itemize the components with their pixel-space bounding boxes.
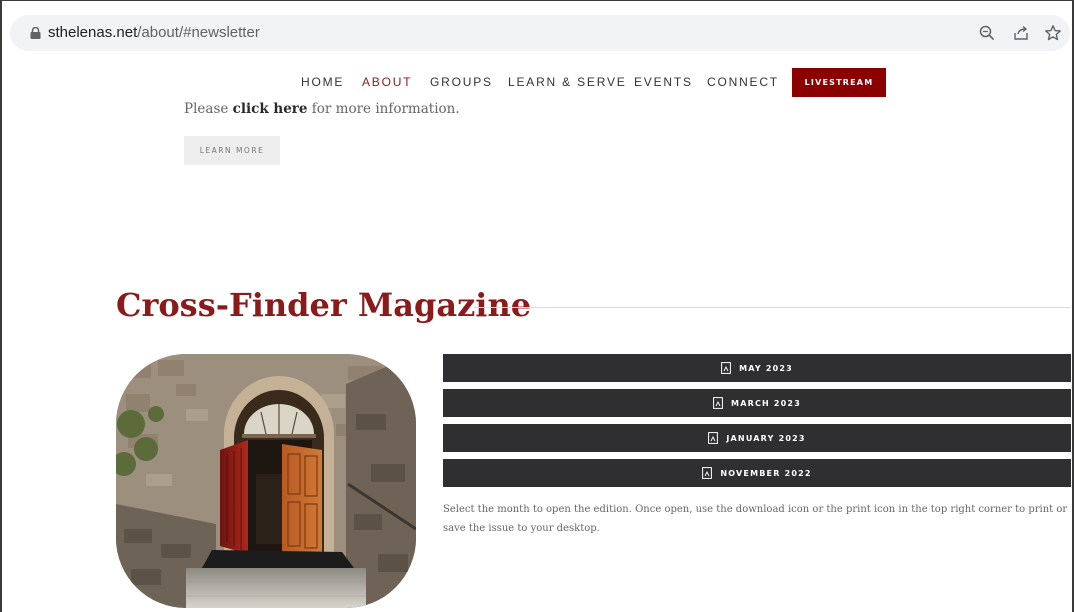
click-here-link[interactable]: click here (233, 101, 308, 117)
url-path: /about/#newsletter (137, 24, 260, 41)
edition-button-march-2023[interactable]: MARCH 2023 (443, 389, 1071, 417)
edition-label: MAY 2023 (739, 363, 793, 373)
edition-button-january-2023[interactable]: JANUARY 2023 (443, 424, 1071, 452)
info-prefix: Please (184, 101, 233, 117)
pdf-file-icon (708, 432, 719, 444)
browser-toolbar: sthelenas.net/about/#newsletter (2, 1, 1072, 51)
zoom-icon[interactable] (978, 24, 996, 42)
edition-label: NOVEMBER 2022 (720, 468, 812, 478)
nav-item-about[interactable]: ABOUT (362, 75, 412, 89)
title-divider (474, 307, 1071, 308)
nav-item-events[interactable]: EVENTS (634, 75, 693, 89)
pdf-file-icon (721, 362, 731, 374)
learn-more-button[interactable]: LEARN MORE (184, 136, 280, 165)
info-text: Please click here for more information. (184, 101, 460, 117)
share-icon[interactable] (1012, 24, 1030, 42)
magazine-title: Cross-Finder Magazine (116, 286, 532, 324)
url-host: sthelenas.net (48, 24, 138, 41)
edition-button-november-2022[interactable]: NOVEMBER 2022 (443, 459, 1071, 487)
nav-item-learn-serve[interactable]: LEARN & SERVE (508, 75, 627, 89)
edition-label: MARCH 2023 (731, 398, 801, 408)
url-text[interactable]: sthelenas.net/about/#newsletter (48, 24, 260, 41)
church-door-photo (116, 354, 416, 608)
main-nav: HOME ABOUT GROUPS LEARN & SERVE EVENTS C… (0, 66, 1074, 98)
bookmark-star-icon[interactable] (1044, 24, 1062, 42)
pdf-file-icon (702, 467, 713, 479)
nav-item-groups[interactable]: GROUPS (430, 75, 493, 89)
info-suffix: for more information. (307, 101, 460, 117)
nav-item-connect[interactable]: CONNECT (707, 75, 779, 89)
pdf-file-icon (713, 397, 723, 409)
lock-icon[interactable] (30, 27, 41, 39)
livestream-button[interactable]: LIVESTREAM (792, 68, 886, 97)
edition-label: JANUARY 2023 (726, 433, 806, 443)
address-bar[interactable]: sthelenas.net/about/#newsletter (10, 15, 1070, 51)
edition-help-text: Select the month to open the edition. On… (443, 504, 1068, 534)
edition-button-may-2023[interactable]: MAY 2023 (443, 354, 1071, 382)
nav-item-home[interactable]: HOME (301, 75, 344, 89)
